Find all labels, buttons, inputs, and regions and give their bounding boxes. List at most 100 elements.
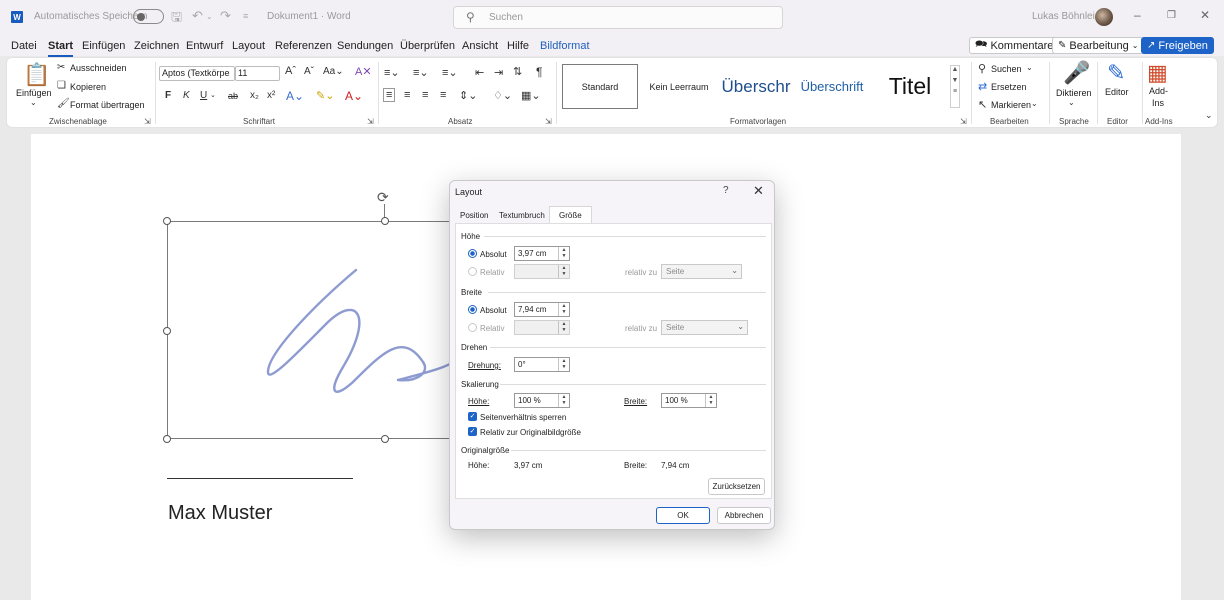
cancel-button[interactable]: Abbrechen: [717, 507, 771, 524]
height-relative-input[interactable]: ▲ ▼: [514, 264, 570, 279]
styles-launcher-icon[interactable]: ⇲: [960, 117, 967, 126]
styles-more-icon[interactable]: ≡: [951, 88, 959, 95]
height-relative-to-select[interactable]: Seite ⌄: [661, 264, 742, 279]
undo-dropdown-icon[interactable]: ⌄: [206, 12, 213, 21]
height-absolute-input[interactable]: 3,97 cm ▲ ▼: [514, 246, 570, 261]
scale-height-input[interactable]: 100 % ▲ ▼: [514, 393, 570, 408]
clear-formatting-icon[interactable]: A✕: [355, 65, 372, 78]
share-button[interactable]: ↗ Freigeben: [1141, 37, 1214, 54]
replace-button[interactable]: Ersetzen: [991, 82, 1027, 92]
ok-button[interactable]: OK: [656, 507, 710, 524]
font-color-icon[interactable]: A⌄: [345, 89, 363, 103]
spinner-icon[interactable]: ▲ ▼: [558, 265, 569, 278]
style-title[interactable]: Titel: [873, 64, 947, 109]
add-ins-button-line1[interactable]: Add-: [1149, 86, 1168, 96]
italic-button[interactable]: K: [183, 90, 190, 101]
increase-indent-icon[interactable]: ⇥: [494, 66, 503, 79]
signature-image[interactable]: [167, 221, 470, 439]
tab-bildformat[interactable]: Bildformat: [540, 40, 590, 52]
customize-quick-access-icon[interactable]: ≡: [243, 11, 248, 21]
tab-size[interactable]: Größe: [549, 206, 592, 224]
close-icon[interactable]: ✕: [753, 183, 764, 199]
spinner-icon[interactable]: ▲ ▼: [558, 303, 569, 316]
sort-icon[interactable]: ⇅: [513, 65, 522, 78]
minimize-icon[interactable]: –: [1134, 8, 1141, 22]
superscript-button[interactable]: x²: [267, 90, 275, 101]
tab-sendungen[interactable]: Sendungen: [337, 40, 393, 52]
resize-handle-bottom[interactable]: [381, 435, 389, 443]
underline-dropdown-icon[interactable]: ⌄: [210, 91, 216, 99]
align-left-icon[interactable]: ≡: [383, 88, 396, 102]
clipboard-launcher-icon[interactable]: ⇲: [144, 117, 151, 126]
copy-icon[interactable]: ❏: [57, 80, 66, 91]
styles-scroll[interactable]: ▲ ▼ ≡: [950, 65, 960, 108]
line-spacing-icon[interactable]: ⇕⌄: [459, 89, 477, 102]
help-icon[interactable]: ?: [723, 185, 729, 196]
paste-button[interactable]: Einfügen: [16, 88, 52, 98]
style-heading-2[interactable]: Überschrift: [797, 64, 867, 109]
microphone-icon[interactable]: 🎤: [1063, 60, 1090, 86]
tab-text-wrapping[interactable]: Textumbruch: [499, 211, 545, 220]
multilevel-list-icon[interactable]: ≡⌄: [442, 66, 458, 79]
spinner-icon[interactable]: ▲ ▼: [558, 321, 569, 334]
text-effects-icon[interactable]: A⌄: [286, 89, 304, 103]
replace-icon[interactable]: ⇄: [978, 80, 987, 93]
cut-button[interactable]: Ausschneiden: [70, 63, 127, 73]
numbering-icon[interactable]: ≡⌄: [413, 66, 429, 79]
tab-start[interactable]: Start: [48, 40, 74, 57]
resize-handle-top-left[interactable]: [163, 217, 171, 225]
user-name[interactable]: Lukas Böhnlein: [1032, 11, 1100, 22]
relative-original-checkbox[interactable]: ✓: [468, 427, 477, 436]
format-painter-icon[interactable]: 🖌: [57, 98, 70, 109]
collapse-ribbon-icon[interactable]: ⌄: [1205, 110, 1213, 121]
autosave-toggle[interactable]: [133, 9, 164, 24]
tab-einfuegen[interactable]: Einfügen: [82, 40, 125, 52]
select-icon[interactable]: ↖: [978, 98, 987, 111]
select-button[interactable]: Markieren: [991, 100, 1031, 110]
tab-hilfe[interactable]: Hilfe: [507, 40, 529, 52]
scale-width-input[interactable]: 100 % ▲ ▼: [661, 393, 717, 408]
width-relative-to-select[interactable]: Seite ⌄: [661, 320, 748, 335]
rotate-handle-icon[interactable]: ⟳: [377, 189, 389, 206]
undo-icon[interactable]: ↶: [192, 8, 203, 24]
redo-icon[interactable]: ↷: [220, 8, 231, 24]
spinner-icon[interactable]: ▲ ▼: [558, 394, 569, 407]
style-standard[interactable]: Standard: [562, 64, 638, 109]
resize-handle-bottom-left[interactable]: [163, 435, 171, 443]
editor-button[interactable]: Editor: [1105, 87, 1129, 97]
spinner-icon[interactable]: ▲ ▼: [558, 247, 569, 260]
select-dropdown-icon[interactable]: ⌄: [1031, 99, 1038, 108]
copy-button[interactable]: Kopieren: [70, 82, 106, 92]
shrink-font-icon[interactable]: Aˇ: [304, 66, 314, 77]
bullets-icon[interactable]: ≡⌄: [384, 66, 400, 79]
dictate-dropdown-icon[interactable]: ⌄: [1068, 98, 1075, 107]
tab-ueberpruefen[interactable]: Überprüfen: [400, 40, 455, 52]
width-absolute-input[interactable]: 7,94 cm ▲ ▼: [514, 302, 570, 317]
tab-entwurf[interactable]: Entwurf: [186, 40, 223, 52]
reset-button[interactable]: Zurücksetzen: [708, 478, 765, 495]
tab-layout[interactable]: Layout: [232, 40, 265, 52]
tab-datei[interactable]: Datei: [11, 40, 37, 52]
width-relative-input[interactable]: ▲ ▼: [514, 320, 570, 335]
height-absolute-radio[interactable]: [468, 249, 477, 258]
strikethrough-button[interactable]: ab: [228, 91, 238, 101]
find-dropdown-icon[interactable]: ⌄: [1026, 63, 1033, 72]
align-right-icon[interactable]: ≡: [422, 89, 428, 101]
find-icon[interactable]: ⚲: [978, 62, 986, 75]
close-window-icon[interactable]: ✕: [1200, 8, 1210, 22]
tab-referenzen[interactable]: Referenzen: [275, 40, 332, 52]
add-ins-button-line2[interactable]: Ins: [1152, 98, 1164, 108]
decrease-indent-icon[interactable]: ⇤: [475, 66, 484, 79]
height-relative-radio[interactable]: [468, 267, 477, 276]
justify-icon[interactable]: ≡: [440, 89, 446, 101]
pilcrow-icon[interactable]: ¶: [536, 65, 542, 79]
style-no-spacing[interactable]: Kein Leerraum: [643, 64, 715, 109]
style-heading-1[interactable]: Überschr: [719, 64, 793, 109]
underline-button[interactable]: U: [200, 90, 207, 101]
save-icon[interactable]: 🖫: [171, 8, 182, 30]
dictate-button[interactable]: Diktieren: [1056, 88, 1092, 98]
tab-zeichnen[interactable]: Zeichnen: [134, 40, 179, 52]
signer-name[interactable]: Max Muster: [168, 502, 272, 525]
spinner-icon[interactable]: ▲ ▼: [558, 358, 569, 371]
editor-icon[interactable]: ✎: [1107, 60, 1125, 86]
